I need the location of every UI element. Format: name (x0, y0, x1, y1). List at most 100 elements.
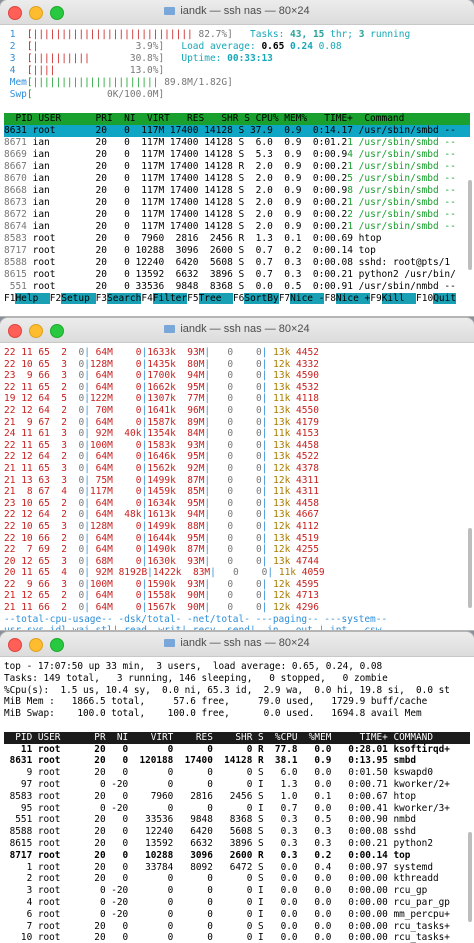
dstat-value: 3 (55, 474, 68, 486)
process-row[interactable]: 6 root 0 -20 0 0 0 I 0.0 0.0 0:00.00 mm_… (4, 909, 470, 921)
process-row[interactable]: 8631 root 20 0 120188 17400 14128 R 38.1… (4, 755, 470, 767)
scrollbar[interactable] (468, 832, 472, 922)
dstat-value: 10 (21, 358, 33, 370)
process-row[interactable]: 9 root 20 0 0 0 0 S 6.0 0.0 0:01.50 kswa… (4, 767, 470, 779)
process-row[interactable]: 8667 ian 20 0 117M 17400 14128 R 2.0 0.9… (4, 161, 470, 173)
dstat-value: 3 (55, 358, 68, 370)
fkey-label[interactable]: Search (107, 293, 142, 304)
process-metrics: 14128 S 37.9 0.9 0:14.1 (198, 125, 348, 136)
process-row[interactable]: 8669 ian 20 0 117M 17400 14128 S 5.3 0.9… (4, 149, 470, 161)
dstat-value: 0 (210, 439, 234, 451)
dstat-value: 12 (21, 509, 33, 521)
process-row[interactable]: 8674 ian 20 0 117M 17400 14128 S 2.0 0.9… (4, 221, 470, 233)
scrollbar[interactable] (468, 180, 472, 270)
window-titlebar[interactable]: iandk — ssh nas — 80×24 (0, 632, 474, 657)
window-titlebar[interactable]: iandk — ssh nas — 80×24 (0, 0, 474, 25)
process-row[interactable]: 8588 root 20 0 12240 6420 5608 S 0.3 0.3… (4, 826, 470, 838)
process-command: 5 /usr/sbin/smbd -- (347, 173, 456, 184)
dstat-value: 21 (4, 602, 16, 614)
dstat-value: 0 (210, 416, 234, 428)
process-row[interactable]: 11 root 20 0 0 0 0 R 77.8 0.0 0:28.01 ks… (4, 744, 470, 756)
dstat-value: 94M (181, 509, 205, 521)
dstat-row: 24 11 61 3 0| 92M 40k|1354k 84M| 0 0| 11… (4, 428, 470, 440)
process-row[interactable]: 10 root 20 0 0 0 0 I 0.0 0.0 0:00.00 rcu… (4, 932, 470, 943)
fkey-label[interactable]: Nice - (290, 293, 325, 304)
fkey-label[interactable]: Setup (61, 293, 96, 304)
dstat-value: 0 (238, 509, 262, 521)
dstat-row: 19 12 64 5 0|122M 0|1307k 77M| 0 0| 11k … (4, 393, 470, 405)
dstat-value: 92M (89, 428, 113, 440)
dstat-value: 20 (4, 567, 16, 579)
process-row[interactable]: 8615 root 20 0 13592 6632 3896 S 0.3 0.3… (4, 838, 470, 850)
dstat-value: 61 (38, 428, 50, 440)
dstat-value: 4458 (296, 439, 319, 451)
process-row[interactable]: 8615 root 20 0 13592 6632 3896 S 0.7 0.3… (4, 269, 470, 281)
process-row[interactable]: 8583 root 20 0 7960 2816 2456 R 1.3 0.1 … (4, 233, 470, 245)
process-row[interactable]: 4 root 0 -20 0 0 0 I 0.0 0.0 0:00.00 rcu… (4, 897, 470, 909)
dstat-value: 1562k (147, 462, 176, 474)
dstat-value: 69 (38, 544, 50, 556)
process-metrics: 2600 S 0.7 0.2 0:00.1 (198, 245, 348, 256)
process-row[interactable]: 551 root 20 0 33536 9848 8368 S 0.0 0.5 … (4, 281, 470, 293)
process-row[interactable]: 3 root 0 -20 0 0 0 I 0.0 0.0 0:00.00 rcu… (4, 885, 470, 897)
process-row[interactable]: 1 root 20 0 33784 8092 6472 S 0.0 0.4 0:… (4, 862, 470, 874)
summary-text: %Cpu(s): 1.5 us, 10.4 sy, 0.0 ni, 65.3 i… (4, 684, 450, 696)
process-row[interactable]: 8588 root 20 0 12240 6420 5608 S 0.7 0.3… (4, 257, 470, 269)
dstat-value: 0 (72, 347, 85, 358)
dstat-value: 1435k (147, 358, 176, 370)
dstat-value: 4332 (296, 358, 319, 370)
dstat-value: 1641k (147, 404, 176, 416)
dstat-value: 0 (118, 520, 142, 532)
process-row[interactable]: 95 root 0 -20 0 0 0 I 0.7 0.0 0:00.41 kw… (4, 803, 470, 815)
dstat-column-header: usr sys idl wai stl| read writ| recv sen… (4, 625, 470, 630)
dstat-value: 95M (181, 381, 205, 393)
process-row[interactable]: 8673 ian 20 0 117M 17400 14128 S 2.0 0.9… (4, 197, 470, 209)
process-metrics: 14128 S 2.0 0.9 0:00.2 (198, 209, 348, 220)
top-window[interactable]: iandk — ssh nas — 80×24 top - 17:07:50 u… (0, 632, 474, 943)
dstat-value: 4458 (296, 497, 319, 509)
fkey-label[interactable]: Kill (381, 293, 417, 304)
window-titlebar[interactable]: iandk — ssh nas — 80×24 (0, 318, 474, 343)
process-row[interactable]: 8671 ian 20 0 117M 17400 14128 S 6.0 0.9… (4, 137, 470, 149)
fkey-label[interactable]: Nice + (335, 293, 371, 304)
process-row[interactable]: 8672 ian 20 0 117M 17400 14128 S 2.0 0.9… (4, 209, 470, 221)
process-command: 4 /usr/sbin/smbd -- (347, 149, 456, 160)
dstat-value: 1630k (147, 555, 176, 567)
dstat-value: 13k (267, 509, 291, 521)
dstat-value: 48k (118, 509, 142, 521)
dstat-value: 0 (118, 497, 142, 509)
process-text: 4 root 0 -20 0 0 0 I 0.0 0.0 0:00.00 rcu… (4, 896, 450, 908)
meter-spacer (90, 53, 130, 64)
fkey-label[interactable]: Tree (198, 293, 233, 304)
process-row[interactable]: 97 root 0 -20 0 0 0 I 1.3 0.0 0:00.71 kw… (4, 779, 470, 791)
process-row[interactable]: 7 root 20 0 0 0 0 S 0.0 0.0 0:00.00 rcu_… (4, 921, 470, 933)
process-row[interactable]: 8631 root 20 0 117M 17400 14128 S 37.9 0… (4, 125, 470, 137)
scrollbar[interactable] (468, 528, 472, 608)
process-table-header: PID USER PRI NI VIRT RES SHR S CPU% MEM%… (4, 113, 470, 125)
dstat-value: 3 (55, 462, 68, 474)
process-row[interactable]: 551 root 20 0 33536 9848 8368 S 0.3 0.5 … (4, 814, 470, 826)
dstat-value: 12 (21, 404, 33, 416)
dstat-value: 0 (72, 439, 85, 451)
stat-text: 0.65 (255, 41, 285, 52)
dstat-value: 4550 (296, 404, 319, 416)
process-row[interactable]: 8583 root 20 0 7960 2816 2456 S 1.0 0.1 … (4, 791, 470, 803)
fkey-label[interactable]: Help (15, 293, 50, 304)
htop-window[interactable]: iandk — ssh nas — 80×24 1 [|||||||||||||… (0, 0, 474, 316)
process-row[interactable]: 8717 root 20 0 10288 3096 2600 S 0.7 0.2… (4, 245, 470, 257)
process-row[interactable]: 8670 ian 20 0 117M 17400 14128 S 2.0 0.9… (4, 173, 470, 185)
folder-icon (164, 325, 176, 333)
fkey-label[interactable]: Quit (433, 293, 457, 304)
dstat-value: 0 (238, 544, 262, 556)
fkey-label[interactable]: Filter (152, 293, 188, 304)
process-row[interactable]: 2 root 20 0 0 0 0 S 0.0 0.0 0:00.00 kthr… (4, 873, 470, 885)
process-row[interactable]: 8668 ian 20 0 117M 17400 14128 S 2.0 0.9… (4, 185, 470, 197)
dstat-value: 21 (4, 590, 16, 602)
process-row[interactable]: 8717 root 20 0 10288 3096 2600 R 0.3 0.2… (4, 850, 470, 862)
fkey-label[interactable]: SortBy (244, 293, 279, 304)
dstat-value: 19 (4, 393, 16, 405)
dstat-value: 22 (4, 439, 16, 451)
fkey-f10: F10 (416, 293, 434, 304)
meter-value: 0K/100.0M] (106, 89, 165, 100)
dstat-window[interactable]: iandk — ssh nas — 80×24 22 11 65 2 0| 64… (0, 318, 474, 630)
